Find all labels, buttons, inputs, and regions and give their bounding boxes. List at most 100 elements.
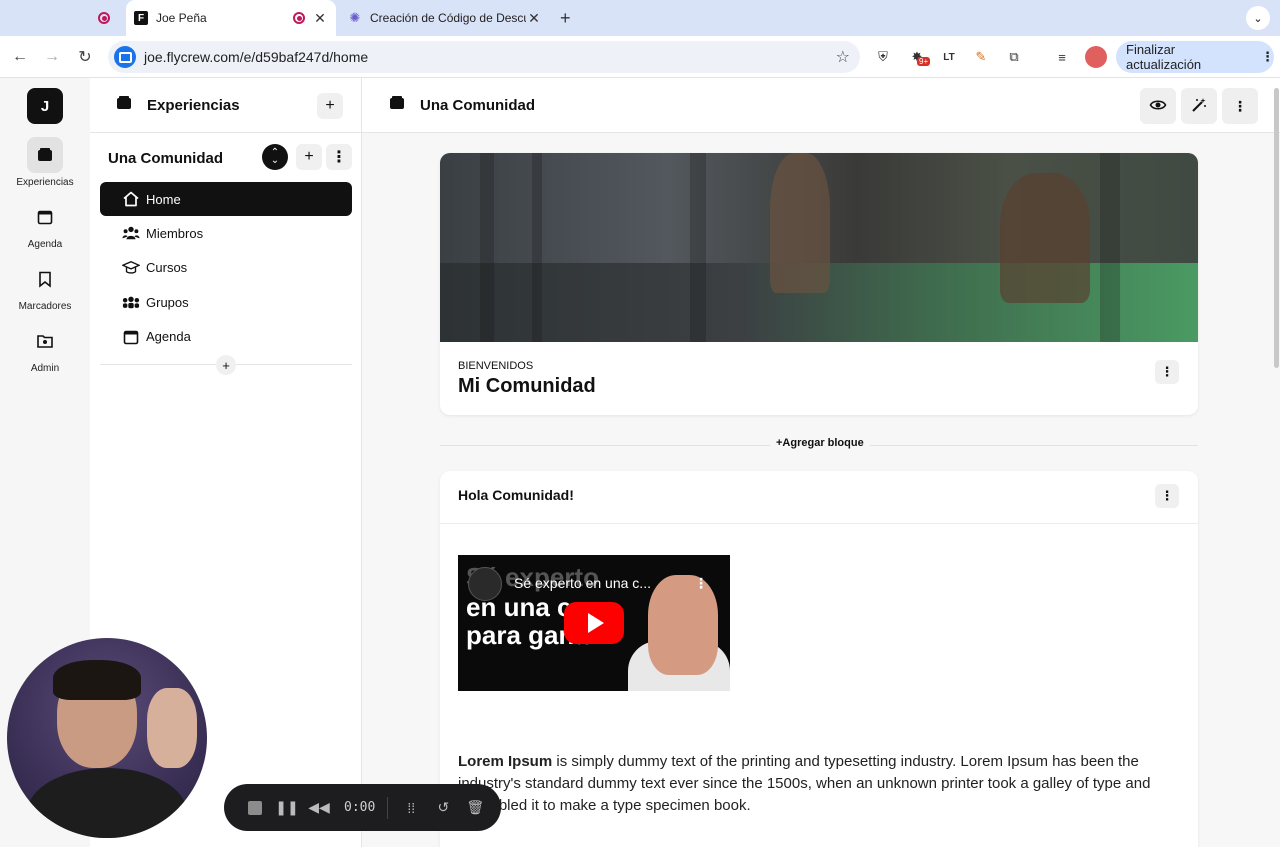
post-menu-button[interactable]: ⋮ [1155,484,1179,508]
post-card: Hola Comunidad! ⋮ Sé experto en una cosa… [440,471,1198,847]
rewind-button[interactable]: ◀◀ [304,799,334,816]
nav-label: Miembros [146,225,204,241]
preview-button[interactable] [1140,88,1176,124]
add-community-item-button[interactable]: + [296,144,322,170]
rail-item-agenda[interactable]: Agenda [0,199,90,250]
graduation-cap-icon [122,259,140,277]
new-tab-button[interactable]: + [560,8,571,29]
youtube-play-icon[interactable] [564,602,624,644]
plus-icon: + [325,97,335,114]
home-icon [122,190,140,208]
chevron-up-down-icon: ⌃ ⌄ [270,147,280,166]
profile-avatar[interactable] [1085,46,1107,68]
pause-button[interactable]: ❚❚ [272,799,302,816]
controls-divider [387,796,389,819]
forward-button[interactable]: → [41,46,63,68]
plus-icon: + [222,357,230,373]
color-picker-icon[interactable]: ✎ [971,47,991,67]
site-info-icon[interactable] [114,46,136,68]
sidebar-item-miembros[interactable]: Miembros [100,216,352,250]
bookmark-star-icon[interactable]: ☆ [836,47,850,67]
eye-icon [1149,96,1167,117]
sidebar-item-agenda[interactable]: Agenda [100,320,352,354]
chevron-down-icon: ⌄ [1253,12,1263,25]
flycrew-icon: F [134,11,148,25]
rail-item-marcadores[interactable]: Marcadores [0,261,90,312]
page-title: Una Comunidad [420,96,535,114]
page-menu-button[interactable]: ⋮ [1222,88,1258,124]
box-icon [115,94,133,117]
back-button[interactable]: ← [9,46,31,68]
media-controls-icon[interactable]: ≡ [1052,47,1072,67]
hero-image [440,153,1198,342]
members-icon [122,224,140,242]
tab-title: Creación de Código de Descu [370,11,526,25]
main-content: Una Comunidad ⋮ BIENVENIDOS Mi Comunidad… [362,78,1280,847]
browser-tabstrip: F Joe Peña ✕ ✺ Creación de Código de Des… [0,0,1280,36]
browser-toolbar: ← → ↻ joe.flycrew.com/e/d59baf247d/home … [0,36,1280,78]
update-label: Finalizar actualización [1126,42,1202,72]
extension-badge-icon[interactable]: ✸ 9+ [907,47,931,67]
close-tab-icon[interactable]: ✕ [312,10,328,27]
hero-menu-button[interactable]: ⋮ [1155,360,1179,384]
add-block-button[interactable]: +Agregar bloque [770,437,870,453]
extension-shield-icon[interactable]: ⛨ [873,47,893,67]
video-title: Sé experto en una c... [514,575,651,591]
reload-button[interactable]: ↻ [74,46,96,68]
nav-label: Agenda [146,329,191,345]
rail-label: Admin [30,363,60,374]
add-nav-item-button[interactable]: + [216,355,236,375]
calendar-icon [27,199,63,235]
community-selector: Una Comunidad ⌃ ⌄ + ⋮ [108,144,353,172]
rail-item-admin[interactable]: Admin [0,323,90,374]
admin-folder-icon [27,323,63,359]
drag-grid-icon: ⁞⁞ [407,799,416,816]
post-title: Hola Comunidad! [458,487,574,503]
delete-button[interactable]: 🗑 [460,799,490,816]
tab-search-button[interactable]: ⌄ [1246,6,1270,30]
restart-button[interactable]: ↺ [428,799,458,816]
youtube-embed[interactable]: Sé experto en una cosa para ganar Sé exp… [458,555,730,691]
rail-label: Agenda [27,239,63,250]
community-switch-button[interactable]: ⌃ ⌄ [262,144,288,170]
sidebar-title: Experiencias [147,96,240,114]
box-icon [388,94,406,117]
rail-item-experiencias[interactable]: Experiencias [0,137,90,188]
languagetool-icon[interactable]: LT [939,47,959,67]
tab-recording[interactable] [86,0,122,36]
welcome-hero-card: BIENVENIDOS Mi Comunidad ⋮ [440,153,1198,415]
tab-codigo-descuento[interactable]: ✺ Creación de Código de Descu ✕ [340,0,550,36]
tab-joe-pena[interactable]: F Joe Peña ✕ [126,0,336,36]
close-tab-icon[interactable]: ✕ [526,10,542,27]
sidebar-item-grupos[interactable]: Grupos [100,285,352,319]
address-bar[interactable]: joe.flycrew.com/e/d59baf247d/home ☆ [108,41,860,73]
gear-favicon-icon: ✺ [349,10,361,25]
add-experience-button[interactable]: + [317,93,343,119]
sidebar-item-home[interactable]: Home [100,182,352,216]
groups-icon [122,293,140,311]
extension-badge: 9+ [917,57,931,66]
rail-label: Experiencias [16,177,74,188]
workspace-avatar[interactable]: J [27,88,63,124]
record-icon [292,11,306,25]
post-body-bold: Lorem Ipsum [458,753,553,770]
trash-icon: 🗑 [466,799,485,815]
drag-handle[interactable]: ⁞⁞ [396,800,426,816]
more-vert-icon: ⋮ [1160,488,1174,503]
extensions-puzzle-icon[interactable]: ⧉ [1004,47,1024,67]
magic-brush-icon [1190,96,1208,117]
stop-button[interactable] [240,800,270,815]
post-body: Lorem Ipsum is simply dummy text of the … [458,751,1178,817]
sidebar-item-cursos[interactable]: Cursos [100,251,352,285]
more-vert-icon: ⋮ [1261,49,1274,64]
post-body-text: is simply dummy text of the printing and… [458,753,1151,814]
recording-controls: ❚❚ ◀◀ 0:00 ⁞⁞ ↺ 🗑 [224,784,501,831]
scrollbar[interactable] [1272,78,1280,847]
scrollbar-thumb[interactable] [1274,88,1279,368]
customize-button[interactable] [1181,88,1217,124]
more-vert-icon[interactable]: ⋮ [694,575,708,592]
calendar-icon [122,328,140,346]
box-icon [27,137,63,173]
community-menu-button[interactable]: ⋮ [326,144,352,170]
finish-update-button[interactable]: Finalizar actualización ⋮ [1116,41,1274,73]
